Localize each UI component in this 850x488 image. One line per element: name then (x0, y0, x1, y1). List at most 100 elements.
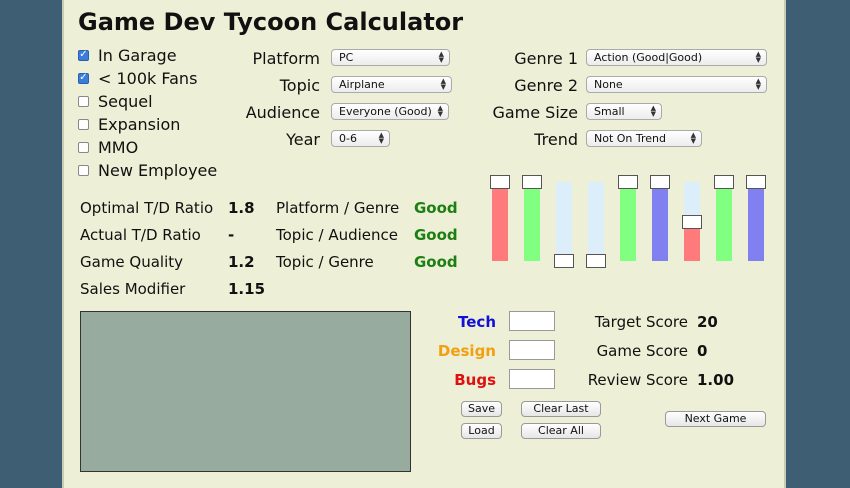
in-garage-checkbox[interactable]: ✓ (78, 49, 89, 61)
select-arrows-icon: ▲ ▼ (440, 77, 446, 91)
genre1-select[interactable]: Action (Good|Good) ▲ ▼ (586, 49, 767, 66)
slider-handle[interactable] (650, 175, 670, 189)
actual-td-ratio-value: - (228, 226, 235, 244)
select-arrows-icon: ▲ ▼ (755, 50, 761, 64)
option-expansion[interactable]: Expansion (78, 114, 180, 134)
slider-handle[interactable] (714, 175, 734, 189)
platform-genre-label: Platform / Genre (276, 199, 400, 217)
slider-fill (716, 182, 732, 261)
slider-track[interactable] (524, 182, 540, 261)
select-arrows-icon: ▲ ▼ (755, 77, 761, 91)
new-employee-label: New Employee (98, 160, 218, 180)
mmo-label: MMO (98, 137, 139, 157)
game-canvas (80, 311, 411, 472)
sales-modifier-value: 1.15 (228, 280, 266, 298)
select-arrows-icon: ▲ ▼ (438, 50, 444, 64)
tech-label: Tech (458, 313, 496, 331)
genre1-label: Genre 1 (514, 49, 578, 68)
game-score-label: Game Score (596, 342, 688, 360)
option-new-employee[interactable]: New Employee (78, 160, 217, 180)
save-button[interactable]: Save (461, 401, 502, 417)
bugs-input[interactable] (509, 369, 555, 389)
slider-handle[interactable] (586, 254, 606, 268)
topic-genre-rating: Good (414, 253, 458, 271)
bugs-label: Bugs (454, 371, 496, 389)
slider-handle[interactable] (554, 254, 574, 268)
slider-track[interactable] (620, 182, 636, 261)
clear-last-button[interactable]: Clear Last (521, 401, 601, 417)
genre2-label: Genre 2 (514, 76, 578, 95)
select-arrows-icon: ▲ ▼ (437, 104, 443, 118)
select-arrows-icon: ▲ ▼ (378, 131, 384, 145)
slider-track[interactable] (492, 182, 508, 261)
expansion-label: Expansion (98, 114, 181, 134)
trend-label: Trend (534, 130, 578, 149)
slider-track[interactable] (556, 182, 572, 261)
genre2-select[interactable]: None ▲ ▼ (586, 76, 767, 93)
select-arrows-icon: ▲ ▼ (650, 104, 656, 118)
topic-audience-rating: Good (414, 226, 458, 244)
expansion-checkbox[interactable] (78, 118, 89, 130)
topic-genre-label: Topic / Genre (276, 253, 374, 271)
under-100k-fans-checkbox[interactable]: ✓ (78, 72, 89, 84)
game-score-value: 0 (697, 342, 708, 360)
slider-handle[interactable] (522, 175, 542, 189)
slider-track[interactable] (716, 182, 732, 261)
slider-fill (620, 182, 636, 261)
slider-handle[interactable] (746, 175, 766, 189)
clear-all-button[interactable]: Clear All (521, 423, 601, 439)
slider-fill (652, 182, 668, 261)
year-select[interactable]: 0-6 ▲ ▼ (331, 130, 390, 147)
game-size-label: Game Size (492, 103, 578, 122)
topic-select-value: Airplane (339, 78, 385, 91)
genre1-select-value: Action (Good|Good) (594, 51, 703, 64)
topic-audience-label: Topic / Audience (276, 226, 398, 244)
option-sequel[interactable]: Sequel (78, 91, 153, 111)
slider-fill (524, 182, 540, 261)
load-button[interactable]: Load (461, 423, 502, 439)
game-size-select-value: Small (594, 105, 625, 118)
topic-select[interactable]: Airplane ▲ ▼ (331, 76, 452, 93)
trend-select[interactable]: Not On Trend ▲ ▼ (586, 130, 702, 147)
slider-fill (748, 182, 764, 261)
trend-select-value: Not On Trend (594, 132, 666, 145)
game-quality-value: 1.2 (228, 253, 255, 271)
platform-select[interactable]: PC ▲ ▼ (331, 49, 450, 66)
platform-label: Platform (252, 49, 320, 68)
option-mmo[interactable]: MMO (78, 137, 138, 157)
slider-handle[interactable] (682, 215, 702, 229)
year-select-value: 0-6 (339, 132, 357, 145)
sequel-checkbox[interactable] (78, 95, 89, 107)
genre2-select-value: None (594, 78, 623, 91)
design-input[interactable] (509, 340, 555, 360)
optimal-td-ratio-value: 1.8 (228, 199, 255, 217)
slider-track[interactable] (588, 182, 604, 261)
review-score-value: 1.00 (697, 371, 735, 389)
slider-handle[interactable] (618, 175, 638, 189)
audience-label: Audience (245, 103, 320, 122)
review-score-label: Review Score (587, 371, 688, 389)
option-under-100k-fans[interactable]: ✓ < 100k Fans (78, 68, 197, 88)
platform-select-value: PC (339, 51, 354, 64)
select-arrows-icon: ▲ ▼ (690, 131, 696, 145)
next-game-button[interactable]: Next Game (665, 411, 766, 427)
audience-select-value: Everyone (Good) (339, 105, 432, 118)
option-in-garage[interactable]: ✓ In Garage (78, 45, 177, 65)
app-title: Game Dev Tycoon Calculator (78, 8, 464, 36)
tech-input[interactable] (509, 311, 555, 331)
topic-label: Topic (279, 76, 320, 95)
actual-td-ratio-label: Actual T/D Ratio (80, 226, 201, 244)
audience-select[interactable]: Everyone (Good) ▲ ▼ (331, 103, 449, 120)
slider-track[interactable] (748, 182, 764, 261)
slider-handle[interactable] (490, 175, 510, 189)
under-100k-fans-label: < 100k Fans (98, 68, 198, 88)
optimal-td-ratio-label: Optimal T/D Ratio (80, 199, 214, 217)
game-size-select[interactable]: Small ▲ ▼ (586, 103, 662, 120)
target-score-value: 20 (697, 313, 718, 331)
mmo-checkbox[interactable] (78, 141, 89, 153)
target-score-label: Target Score (594, 313, 688, 331)
sales-modifier-label: Sales Modifier (80, 280, 186, 298)
calculator-panel: Game Dev Tycoon Calculator ✓ In Garage ✓… (62, 0, 786, 488)
slider-track[interactable] (652, 182, 668, 261)
new-employee-checkbox[interactable] (78, 164, 89, 176)
